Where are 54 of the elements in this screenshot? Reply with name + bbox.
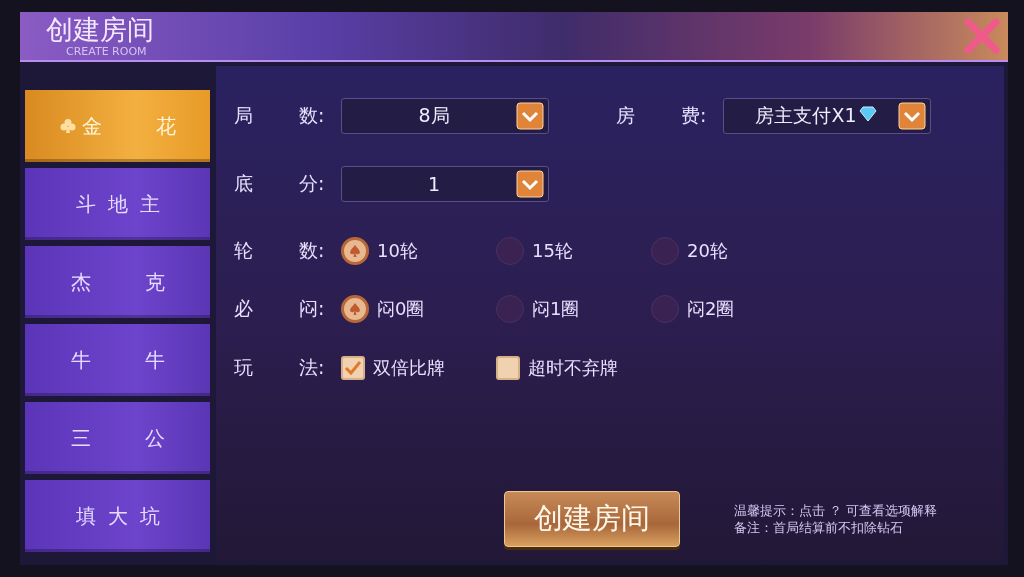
option-label: 双倍比牌 — [373, 356, 445, 380]
create-room-button[interactable]: 创建房间 — [504, 491, 680, 547]
option-label: 15轮 — [532, 239, 573, 263]
field-label: 数: — [299, 103, 325, 128]
club-icon — [59, 118, 76, 134]
game-tab[interactable]: 斗地主 — [25, 168, 210, 240]
spade-icon — [348, 302, 362, 316]
dropdown-caret-icon[interactable] — [516, 102, 544, 130]
diamond-icon — [858, 106, 877, 122]
dropdown-value: 8局 — [417, 103, 451, 128]
game-tab[interactable]: 填大坑 — [25, 480, 210, 552]
dropdown-value: 1 — [426, 173, 442, 195]
radio-button[interactable] — [341, 295, 369, 323]
hint-text: 备注：首局结算前不扣除钻石 — [734, 519, 904, 536]
game-tab[interactable]: 杰克 — [25, 246, 210, 318]
checkbox[interactable] — [496, 356, 520, 380]
window-subtitle: CREATE ROOM — [66, 44, 147, 58]
option-label: 闷0圈 — [377, 297, 425, 321]
field-label: 数: — [299, 238, 325, 263]
field-label: 必 — [234, 296, 254, 321]
option-label: 20轮 — [687, 239, 728, 263]
dropdown-caret-icon[interactable] — [898, 102, 926, 130]
field-label: 底 — [234, 171, 254, 196]
field-label: 局 — [234, 103, 254, 128]
field-label: 轮 — [234, 238, 254, 263]
checkmark-icon — [344, 359, 362, 377]
field-label: 房 — [616, 103, 636, 128]
radio-button[interactable] — [496, 295, 524, 323]
option-label: 闷1圈 — [532, 297, 580, 321]
dropdown-field[interactable]: 房主支付X1 — [723, 98, 931, 134]
spade-icon — [348, 244, 362, 258]
close-icon — [962, 16, 1002, 56]
dropdown-field[interactable]: 1 — [341, 166, 549, 202]
field-label: 法: — [299, 355, 325, 380]
option-label: 超时不弃牌 — [528, 356, 618, 380]
dropdown-value: 房主支付X1 — [734, 103, 898, 129]
field-label: 费: — [681, 103, 707, 128]
field-label: 分: — [299, 171, 325, 196]
radio-button[interactable] — [341, 237, 369, 265]
checkbox[interactable] — [341, 356, 365, 380]
close-button[interactable] — [962, 16, 1002, 56]
dropdown-caret-icon[interactable] — [516, 170, 544, 198]
game-tab[interactable]: 牛牛 — [25, 324, 210, 396]
field-label: 玩 — [234, 355, 254, 380]
dropdown-field[interactable]: 8局 — [341, 98, 549, 134]
radio-button[interactable] — [651, 295, 679, 323]
radio-button[interactable] — [496, 237, 524, 265]
field-label: 闷: — [299, 296, 325, 321]
hint-text: 温馨提示：点击 ？ 可查看选项解释 — [734, 502, 938, 519]
window-title: 创建房间 — [46, 14, 154, 45]
game-tab[interactable]: 三公 — [25, 402, 210, 474]
radio-button[interactable] — [651, 237, 679, 265]
option-label: 10轮 — [377, 239, 418, 263]
option-label: 闷2圈 — [687, 297, 735, 321]
